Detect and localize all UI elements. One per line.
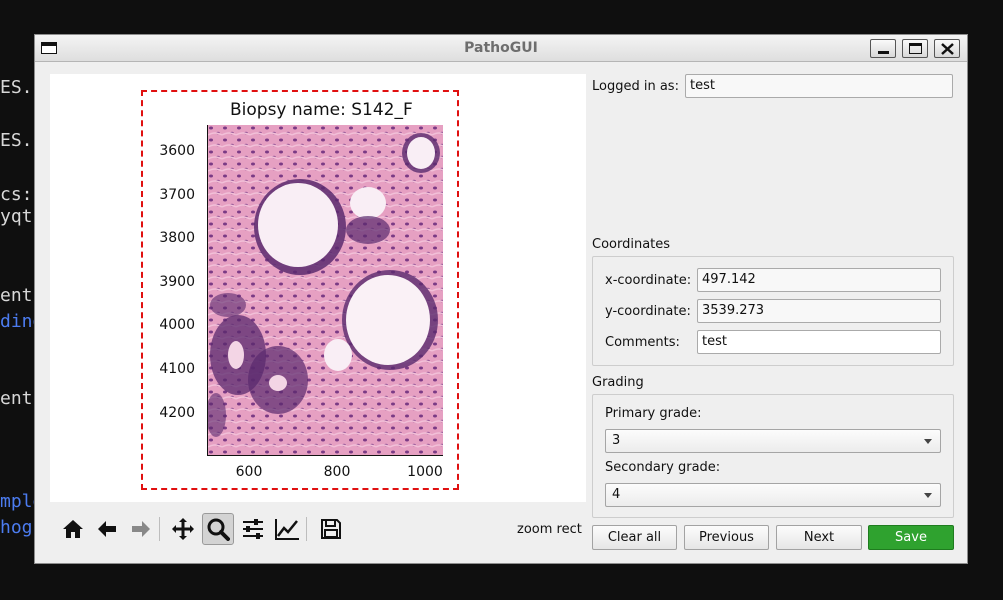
y-tick <box>207 151 208 152</box>
terminal-line: ent <box>0 285 33 306</box>
chevron-down-icon <box>924 439 932 444</box>
y-tick <box>207 369 208 370</box>
maximize-button[interactable] <box>902 39 928 58</box>
y-coordinate-field[interactable]: 3539.273 <box>697 299 941 323</box>
zoom-icon[interactable] <box>202 513 234 545</box>
plot-toolbar <box>53 511 593 547</box>
secondary-grade-value: 4 <box>612 487 621 502</box>
comments-label: Comments: <box>605 335 680 350</box>
y-tick-label: 4200 <box>159 405 195 421</box>
primary-grade-label: Primary grade: <box>605 406 702 421</box>
clear-all-button[interactable]: Clear all <box>592 525 677 550</box>
primary-grade-value: 3 <box>612 433 621 448</box>
grading-group-title: Grading <box>592 375 644 390</box>
secondary-grade-label: Secondary grade: <box>605 460 721 475</box>
histology-image <box>208 125 443 455</box>
next-button[interactable]: Next <box>776 525 862 550</box>
toolbar-separator <box>306 517 307 541</box>
annotation-panel: Logged in as: test Coordinates x-coordin… <box>592 74 954 554</box>
y-tick-label: 4000 <box>159 317 195 333</box>
toolbar-mode-text: zoom rect <box>517 522 582 537</box>
plot-title: Biopsy name: S142_F <box>230 100 413 120</box>
primary-grade-dropdown[interactable]: 3 <box>605 429 941 453</box>
y-tick <box>207 195 208 196</box>
plot-canvas[interactable]: Biopsy name: S142_F 3600 3700 3800 3900 … <box>50 74 586 502</box>
configure-subplots-icon[interactable] <box>237 513 269 545</box>
chevron-down-icon <box>924 493 932 498</box>
y-tick <box>207 325 208 326</box>
login-field[interactable]: test <box>685 74 953 98</box>
y-tick-label: 3800 <box>159 230 195 246</box>
previous-button[interactable]: Previous <box>684 525 769 550</box>
coordinates-group: x-coordinate: 497.142 y-coordinate: 3539… <box>592 256 954 366</box>
y-tick <box>207 413 208 414</box>
terminal-line: cs: <box>0 184 33 205</box>
home-icon[interactable] <box>57 513 89 545</box>
forward-arrow-icon[interactable] <box>125 513 157 545</box>
save-figure-icon[interactable] <box>315 513 347 545</box>
coordinates-group-title: Coordinates <box>592 237 671 252</box>
x-tick-label: 600 <box>235 464 263 480</box>
x-coordinate-label: x-coordinate: <box>605 273 692 288</box>
y-tick-label: 3700 <box>159 187 195 203</box>
y-tick <box>207 282 208 283</box>
close-button[interactable] <box>934 39 960 58</box>
y-tick <box>207 238 208 239</box>
tissue-image[interactable] <box>207 125 443 456</box>
pathogui-window: PathoGUI Biopsy name: S142_F 3600 3700 3… <box>34 34 968 564</box>
close-icon <box>941 43 954 55</box>
secondary-grade-dropdown[interactable]: 4 <box>605 483 941 507</box>
window-title: PathoGUI <box>464 40 538 56</box>
comments-field[interactable]: test <box>697 330 941 354</box>
x-coordinate-field[interactable]: 497.142 <box>697 268 941 292</box>
y-coordinate-label: y-coordinate: <box>605 304 691 319</box>
x-tick-label: 800 <box>323 464 351 480</box>
edit-axes-icon[interactable] <box>271 513 303 545</box>
y-tick-label: 3600 <box>159 143 195 159</box>
minimize-button[interactable] <box>870 39 896 58</box>
title-bar[interactable]: PathoGUI <box>35 35 967 62</box>
y-tick-label: 3900 <box>159 274 195 290</box>
back-arrow-icon[interactable] <box>91 513 123 545</box>
save-button[interactable]: Save <box>868 525 954 550</box>
grading-group: Primary grade: 3 Secondary grade: 4 <box>592 394 954 518</box>
terminal-line: ent <box>0 388 33 409</box>
pan-icon[interactable] <box>167 513 199 545</box>
toolbar-separator <box>159 517 160 541</box>
x-tick-label: 1000 <box>407 464 443 480</box>
y-tick-label: 4100 <box>159 361 195 377</box>
login-label: Logged in as: <box>592 79 679 94</box>
